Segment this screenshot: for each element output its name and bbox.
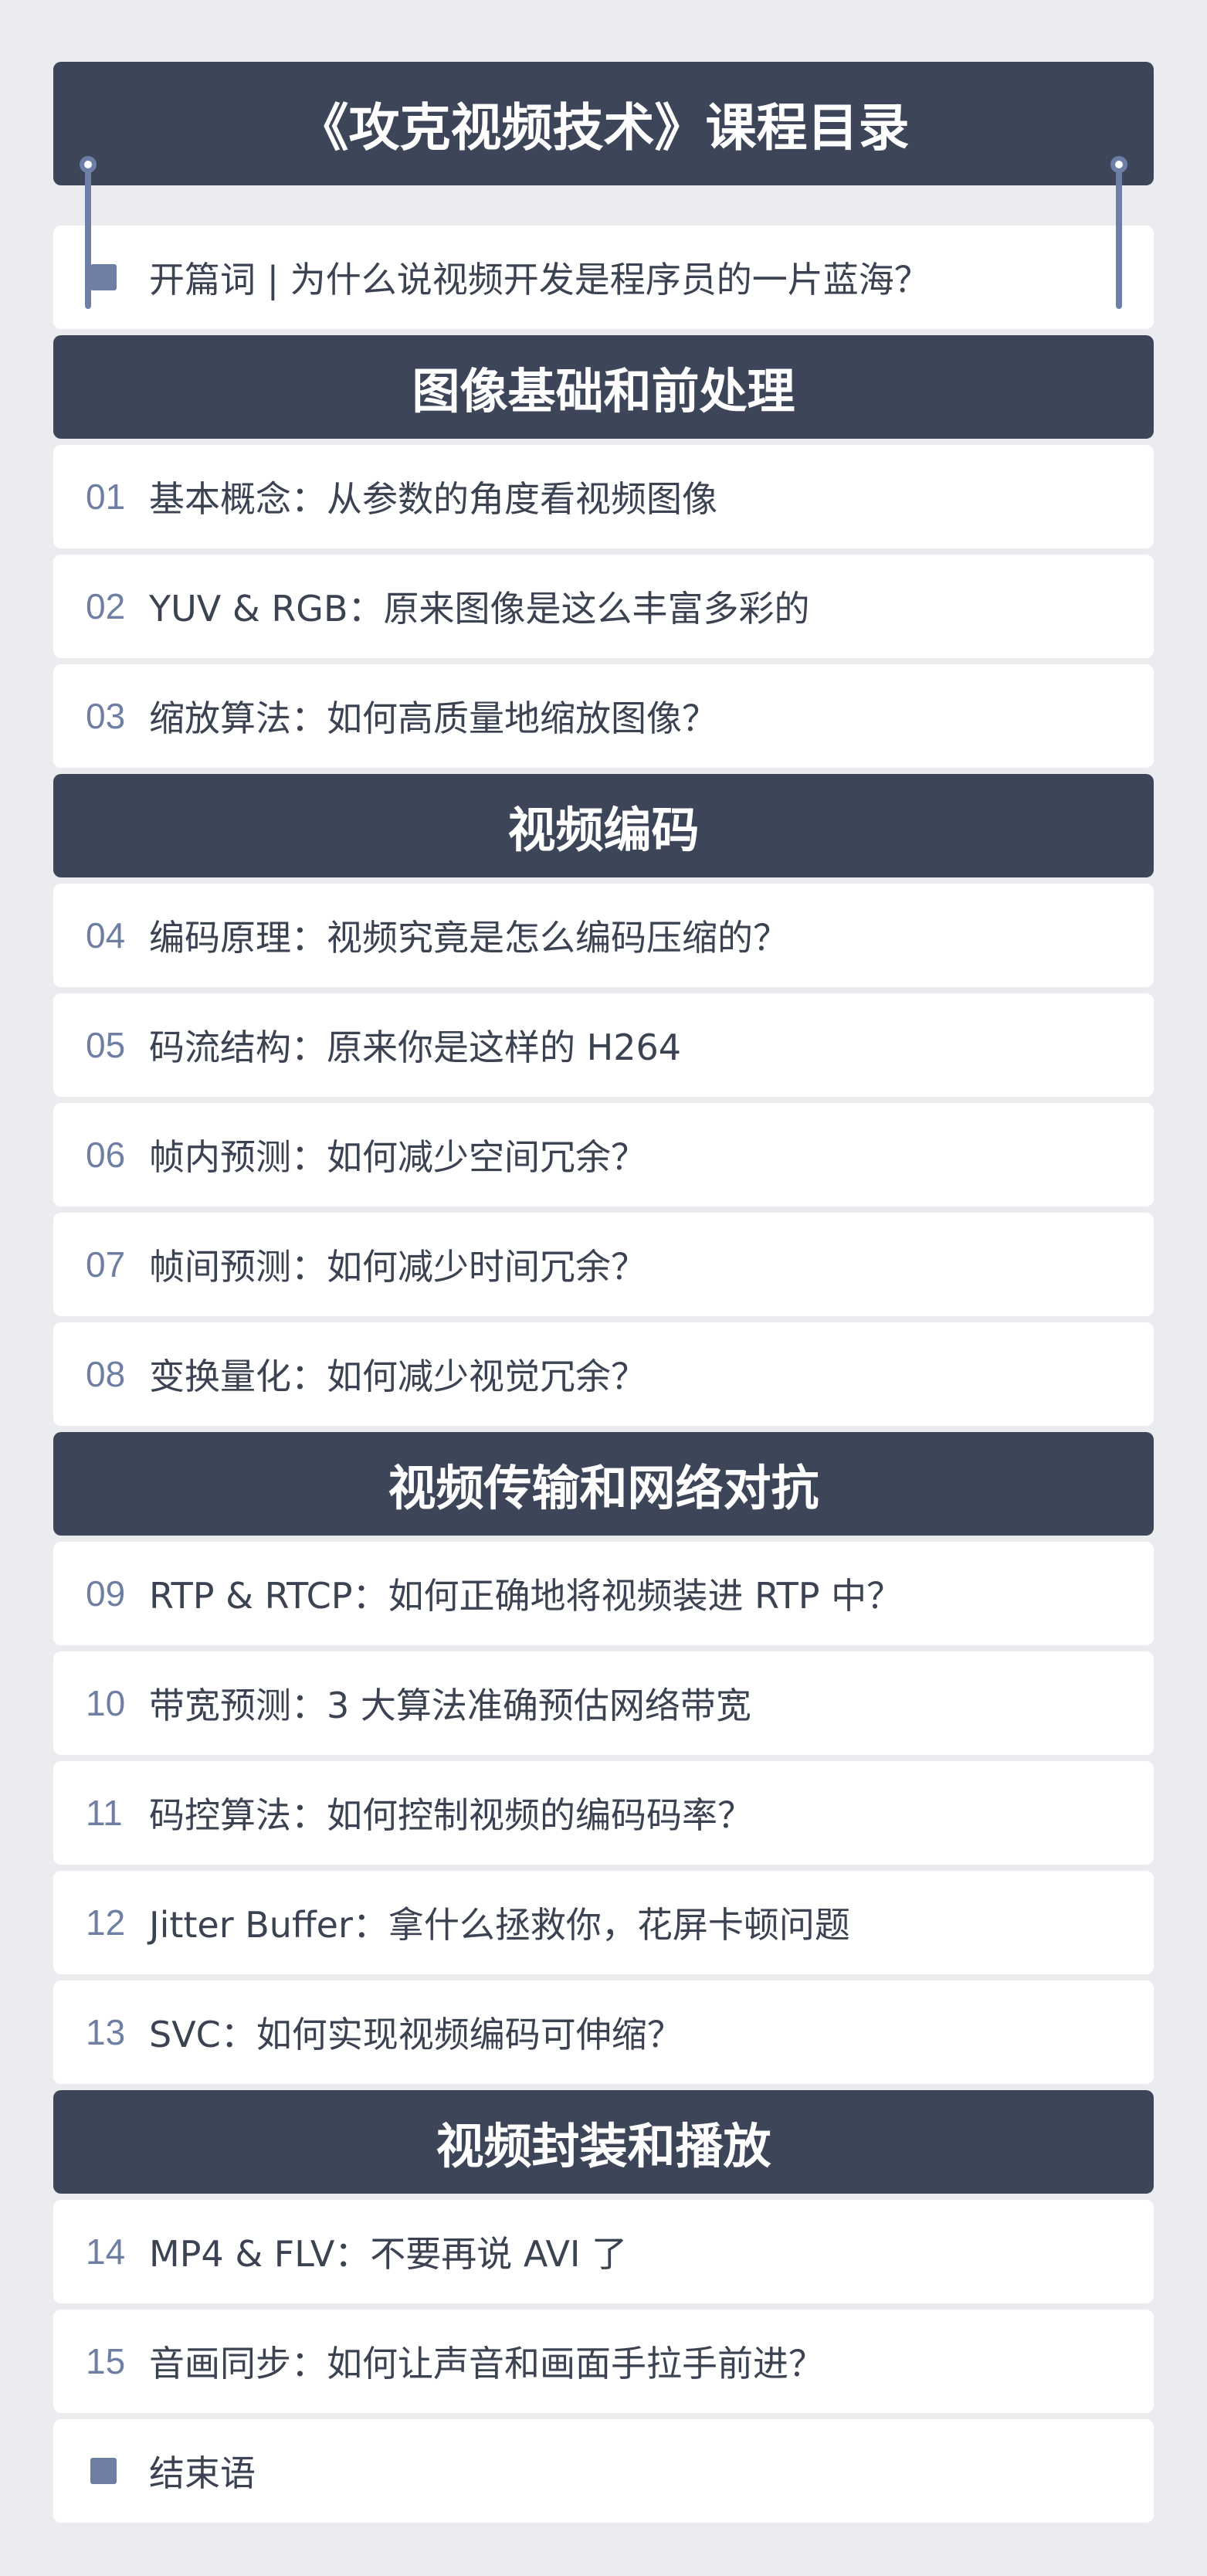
list-item[interactable]: 14 MP4 & FLV：不要再说 AVI 了 [53, 2200, 1154, 2303]
item-title: 带宽预测：3 大算法准确预估网络带宽 [149, 1685, 751, 1726]
list-item[interactable]: 03 缩放算法：如何高质量地缩放图像？ [53, 664, 1154, 768]
list-item-outro[interactable]: 结束语 [53, 2419, 1154, 2523]
list-item[interactable]: 06 帧内预测：如何减少空间冗余？ [53, 1103, 1154, 1207]
item-title: 帧间预测：如何减少时间冗余？ [149, 1246, 646, 1288]
list-item-intro[interactable]: 开篇词 | 为什么说视频开发是程序员的一片蓝海？ [53, 226, 1154, 329]
item-number: 03 [86, 696, 126, 736]
item-title: Jitter Buffer：拿什么拯救你，花屏卡顿问题 [149, 1904, 850, 1946]
item-number: 15 [86, 2341, 126, 2381]
item-title: 结束语 [149, 2452, 256, 2494]
item-number: 01 [86, 477, 126, 517]
item-number: 09 [86, 1573, 126, 1614]
item-number: 07 [86, 1244, 126, 1285]
item-title: 编码原理：视频究竟是怎么编码压缩的？ [149, 917, 788, 959]
list-item[interactable]: 15 音画同步：如何让声音和画面手拉手前进？ [53, 2310, 1154, 2413]
item-number: 12 [86, 1902, 126, 1943]
item-number: 06 [86, 1135, 126, 1175]
item-number: 11 [86, 1793, 123, 1833]
item-number: 14 [86, 2232, 126, 2272]
list-item[interactable]: 08 变换量化：如何减少视觉冗余？ [53, 1322, 1154, 1426]
item-number: 04 [86, 915, 126, 955]
item-number: 13 [86, 2012, 126, 2052]
list-item[interactable]: 09 RTP & RTCP：如何正确地将视频装进 RTP 中？ [53, 1542, 1154, 1645]
item-title: SVC：如何实现视频编码可伸缩？ [149, 2014, 683, 2055]
item-title: 码流结构：原来你是这样的 H264 [149, 1027, 682, 1068]
list-item[interactable]: 04 编码原理：视频究竟是怎么编码压缩的？ [53, 884, 1154, 987]
pin-rod-right [1116, 170, 1122, 309]
square-bullet-icon [53, 264, 149, 290]
catalog-header: 《攻克视频技术》课程目录 [53, 62, 1154, 185]
list-item[interactable]: 12 Jitter Buffer：拿什么拯救你，花屏卡顿问题 [53, 1871, 1154, 1974]
item-title: 变换量化：如何减少视觉冗余？ [149, 1356, 646, 1397]
item-title: 音画同步：如何让声音和画面手拉手前进？ [149, 2343, 824, 2384]
list-item[interactable]: 02 YUV & RGB：原来图像是这么丰富多彩的 [53, 555, 1154, 658]
item-title: RTP & RTCP：如何正确地将视频装进 RTP 中？ [149, 1575, 903, 1617]
item-title: 基本概念：从参数的角度看视频图像 [149, 478, 717, 520]
item-title: 开篇词 | 为什么说视频开发是程序员的一片蓝海？ [149, 259, 930, 300]
item-number: 10 [86, 1683, 126, 1723]
list-item[interactable]: 05 码流结构：原来你是这样的 H264 [53, 993, 1154, 1097]
item-number: 08 [86, 1354, 126, 1394]
item-title: MP4 & FLV：不要再说 AVI 了 [149, 2233, 628, 2275]
item-title: 帧内预测：如何减少空间冗余？ [149, 1136, 646, 1178]
section-heading-text: 视频编码 [507, 802, 700, 858]
section-heading-text: 图像基础和前处理 [412, 363, 795, 419]
list-item[interactable]: 11 码控算法：如何控制视频的编码码率？ [53, 1761, 1154, 1865]
section-heading-text: 视频封装和播放 [436, 2118, 771, 2174]
list-item[interactable]: 07 帧间预测：如何减少时间冗余？ [53, 1213, 1154, 1316]
list-item[interactable]: 10 带宽预测：3 大算法准确预估网络带宽 [53, 1651, 1154, 1755]
catalog-page: 《攻克视频技术》课程目录 开篇词 | 为什么说视频开发是程序员的一片蓝海？ 图像… [53, 62, 1154, 2523]
square-bullet-icon [53, 2458, 149, 2484]
section-heading: 视频传输和网络对抗 [53, 1432, 1154, 1536]
item-title: 码控算法：如何控制视频的编码码率？ [149, 1794, 753, 1836]
section-heading: 视频编码 [53, 774, 1154, 877]
list-item[interactable]: 01 基本概念：从参数的角度看视频图像 [53, 445, 1154, 548]
pin-rod-left [85, 170, 91, 309]
section-heading: 图像基础和前处理 [53, 335, 1154, 439]
page-title: 《攻克视频技术》课程目录 [297, 98, 910, 158]
item-title: 缩放算法：如何高质量地缩放图像？ [149, 697, 717, 739]
list-item[interactable]: 13 SVC：如何实现视频编码可伸缩？ [53, 1980, 1154, 2084]
section-heading-text: 视频传输和网络对抗 [388, 1460, 819, 1516]
section-heading: 视频封装和播放 [53, 2090, 1154, 2194]
item-number: 02 [86, 586, 126, 626]
item-title: YUV & RGB：原来图像是这么丰富多彩的 [149, 588, 810, 630]
item-number: 05 [86, 1025, 126, 1065]
